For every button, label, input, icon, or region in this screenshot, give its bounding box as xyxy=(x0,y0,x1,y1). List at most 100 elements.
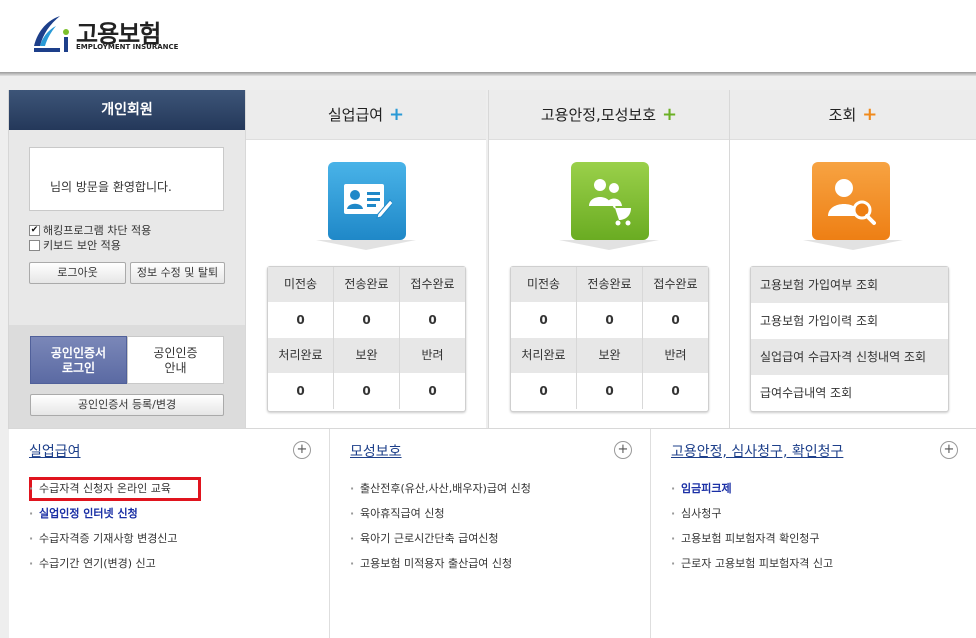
status-table: 미전송 전송완료 접수완료 0 0 0 처리완료 보완 반려 0 0 0 xyxy=(510,266,709,412)
status-count[interactable]: 0 xyxy=(643,302,708,338)
status-count[interactable]: 0 xyxy=(268,302,334,338)
menu-maternity: 모성보호 + 출산전후(유산,사산,배우자)급여 신청 육아휴직급여 신청 육아… xyxy=(330,429,651,638)
column-title: 조회 xyxy=(828,106,857,124)
icon-shadow xyxy=(803,240,903,250)
status-count[interactable]: 0 xyxy=(334,302,400,338)
menu-item[interactable]: 수급자격 신청자 온라인 교육 xyxy=(29,481,178,506)
status-label: 처리완료 xyxy=(511,338,577,373)
status-header-row: 미전송 전송완료 접수완료 xyxy=(268,267,465,302)
certificate-login-button[interactable]: 공인인증서 로그인 xyxy=(30,336,127,384)
main-area: 개인회원 님의 방문을 환영합니다. ✔ 해킹프로그램 차단 적용 키보드 보안… xyxy=(0,76,976,638)
status-value-row: 0 0 0 xyxy=(268,302,465,338)
lookup-item[interactable]: 급여수급내역 조회 xyxy=(751,375,948,411)
menu-item[interactable]: 고용보험 미적용자 출산급여 신청 xyxy=(350,556,531,581)
cert-guide-line1: 공인인증 xyxy=(153,346,198,360)
plus-icon[interactable]: + xyxy=(662,104,677,125)
menu-list: 임금피크제 심사청구 고용보험 피보험자격 확인청구 근로자 고용보험 피보험자… xyxy=(671,481,833,581)
plus-icon[interactable]: + xyxy=(293,441,311,459)
status-count[interactable]: 0 xyxy=(577,302,643,338)
status-count[interactable]: 0 xyxy=(511,302,577,338)
column-lookup: 조회 + 고용보험 가입여부 조회 고용보험 가입이력 조회 실업급여 수급자격 … xyxy=(729,90,976,429)
lookup-item[interactable]: 실업급여 수급자격 신청내역 조회 xyxy=(751,339,948,375)
status-header-row: 미전송 전송완료 접수완료 xyxy=(511,267,708,302)
hacking-block-checkbox[interactable]: ✔ 해킹프로그램 차단 적용 xyxy=(29,222,151,238)
menu-unemployment: 실업급여 + 수급자격 신청자 온라인 교육 실업인정 인터넷 신청 수급자격증… xyxy=(9,429,330,638)
menu-title-maternity[interactable]: 모성보호 xyxy=(350,441,402,461)
logo[interactable]: 고용보험 EMPLOYMENT INSURANCE xyxy=(30,12,180,56)
id-card-icon[interactable] xyxy=(328,162,406,240)
column-employment-stability: 고용안정,모성보호 + 미전송 전송완료 접수완료 0 0 0 처리완료 보완 … xyxy=(488,90,729,429)
checkbox-empty-icon[interactable] xyxy=(29,239,40,251)
status-label: 미전송 xyxy=(511,267,577,302)
status-count[interactable]: 0 xyxy=(334,373,400,409)
cert-login-line2: 로그인 xyxy=(61,361,96,375)
checkbox-checked-icon[interactable]: ✔ xyxy=(29,224,40,236)
menu-item[interactable]: 실업인정 인터넷 신청 xyxy=(29,506,178,531)
status-count[interactable]: 0 xyxy=(643,373,708,409)
menu-item[interactable]: 근로자 고용보험 피보험자격 신고 xyxy=(671,556,833,581)
menu-item[interactable]: 임금피크제 xyxy=(671,481,833,506)
status-label: 보완 xyxy=(577,338,643,373)
status-label: 전송완료 xyxy=(334,267,400,302)
menu-item[interactable]: 수급기간 연기(변경) 신고 xyxy=(29,556,178,581)
status-label: 전송완료 xyxy=(577,267,643,302)
icon-shadow xyxy=(316,240,416,250)
column-title: 고용안정,모성보호 xyxy=(540,106,657,124)
certificate-guide-button[interactable]: 공인인증 안내 xyxy=(127,336,224,384)
status-label: 반려 xyxy=(664,348,687,362)
plus-icon[interactable]: + xyxy=(389,104,404,125)
status-count[interactable]: 0 xyxy=(400,302,465,338)
plus-icon[interactable]: + xyxy=(940,441,958,459)
lookup-item[interactable]: 고용보험 가입이력 조회 xyxy=(751,303,948,339)
user-search-icon[interactable] xyxy=(812,162,890,240)
menu-item[interactable]: 육아기 근로시간단축 급여신청 xyxy=(350,531,531,556)
column-header-unemployment[interactable]: 실업급여 + xyxy=(246,90,486,140)
plus-icon[interactable]: + xyxy=(862,104,877,125)
menu-item[interactable]: 고용보험 피보험자격 확인청구 xyxy=(671,531,833,556)
status-count[interactable]: 0 xyxy=(511,373,577,409)
status-label: 처리완료 xyxy=(268,338,334,373)
cert-guide-line2: 안내 xyxy=(164,361,187,375)
hacking-block-label: 해킹프로그램 차단 적용 xyxy=(43,224,152,237)
column-header-employment-stability[interactable]: 고용안정,모성보호 + xyxy=(489,90,729,140)
status-label: 미전송 xyxy=(268,267,334,302)
menu-title-stability-appeals[interactable]: 고용안정, 심사청구, 확인청구 xyxy=(671,441,843,461)
personal-member-panel: 개인회원 님의 방문을 환영합니다. ✔ 해킹프로그램 차단 적용 키보드 보안… xyxy=(8,90,246,429)
logout-button[interactable]: 로그아웃 xyxy=(29,262,126,284)
status-value-row: 0 0 0 xyxy=(511,373,708,409)
cert-login-line1: 공인인증서 xyxy=(50,346,107,360)
status-count[interactable]: 0 xyxy=(400,373,465,409)
status-label: 반려 xyxy=(421,348,444,362)
menu-item[interactable]: 출산전후(유산,사산,배우자)급여 신청 xyxy=(350,481,531,506)
menu-item[interactable]: 수급자격증 기재사항 변경신고 xyxy=(29,531,178,556)
keyboard-security-checkbox[interactable]: 키보드 보안 적용 xyxy=(29,237,121,253)
certificate-zone: 공인인증서 로그인 공인인증 안내 공인인증서 등록/변경 xyxy=(9,325,246,429)
status-label: 접수완료 xyxy=(653,277,698,291)
status-header-row: 처리완료 보완 반려 xyxy=(511,338,708,373)
column-unemployment: 실업급여 + 미전송 전송완료 접수완료 0 0 0 처리완료 보완 반려 0 … xyxy=(245,90,486,429)
menu-item[interactable]: 육아휴직급여 신청 xyxy=(350,506,531,531)
lookup-item[interactable]: 고용보험 가입여부 조회 xyxy=(751,267,948,303)
brand-subtitle: EMPLOYMENT INSURANCE xyxy=(76,43,179,51)
bottom-menus: 실업급여 + 수급자격 신청자 온라인 교육 실업인정 인터넷 신청 수급자격증… xyxy=(9,428,976,638)
column-header-lookup[interactable]: 조회 + xyxy=(730,90,976,140)
menu-item[interactable]: 심사청구 xyxy=(671,506,833,531)
edit-withdraw-button[interactable]: 정보 수정 및 탈퇴 xyxy=(130,262,225,284)
status-label: 접수완료 xyxy=(410,277,455,291)
status-table: 미전송 전송완료 접수완료 0 0 0 처리완료 보완 반려 0 0 0 xyxy=(267,266,466,412)
plus-icon[interactable]: + xyxy=(614,441,632,459)
status-count[interactable]: 0 xyxy=(577,373,643,409)
header: 고용보험 EMPLOYMENT INSURANCE xyxy=(0,0,976,72)
lookup-list: 고용보험 가입여부 조회 고용보험 가입이력 조회 실업급여 수급자격 신청내역… xyxy=(750,266,949,412)
keyboard-security-label: 키보드 보안 적용 xyxy=(43,239,121,252)
menu-stability-appeals: 고용안정, 심사청구, 확인청구 + 임금피크제 심사청구 고용보험 피보험자격… xyxy=(651,429,976,638)
column-title: 실업급여 xyxy=(327,106,384,124)
family-stroller-icon[interactable] xyxy=(571,162,649,240)
status-count[interactable]: 0 xyxy=(268,373,334,409)
menu-title-unemployment[interactable]: 실업급여 xyxy=(29,441,81,461)
ei-logo-icon xyxy=(34,16,69,52)
tab-personal-member[interactable]: 개인회원 xyxy=(9,90,245,130)
status-label: 보완 xyxy=(334,338,400,373)
status-header-row: 처리완료 보완 반려 xyxy=(268,338,465,373)
certificate-register-button[interactable]: 공인인증서 등록/변경 xyxy=(30,394,224,416)
